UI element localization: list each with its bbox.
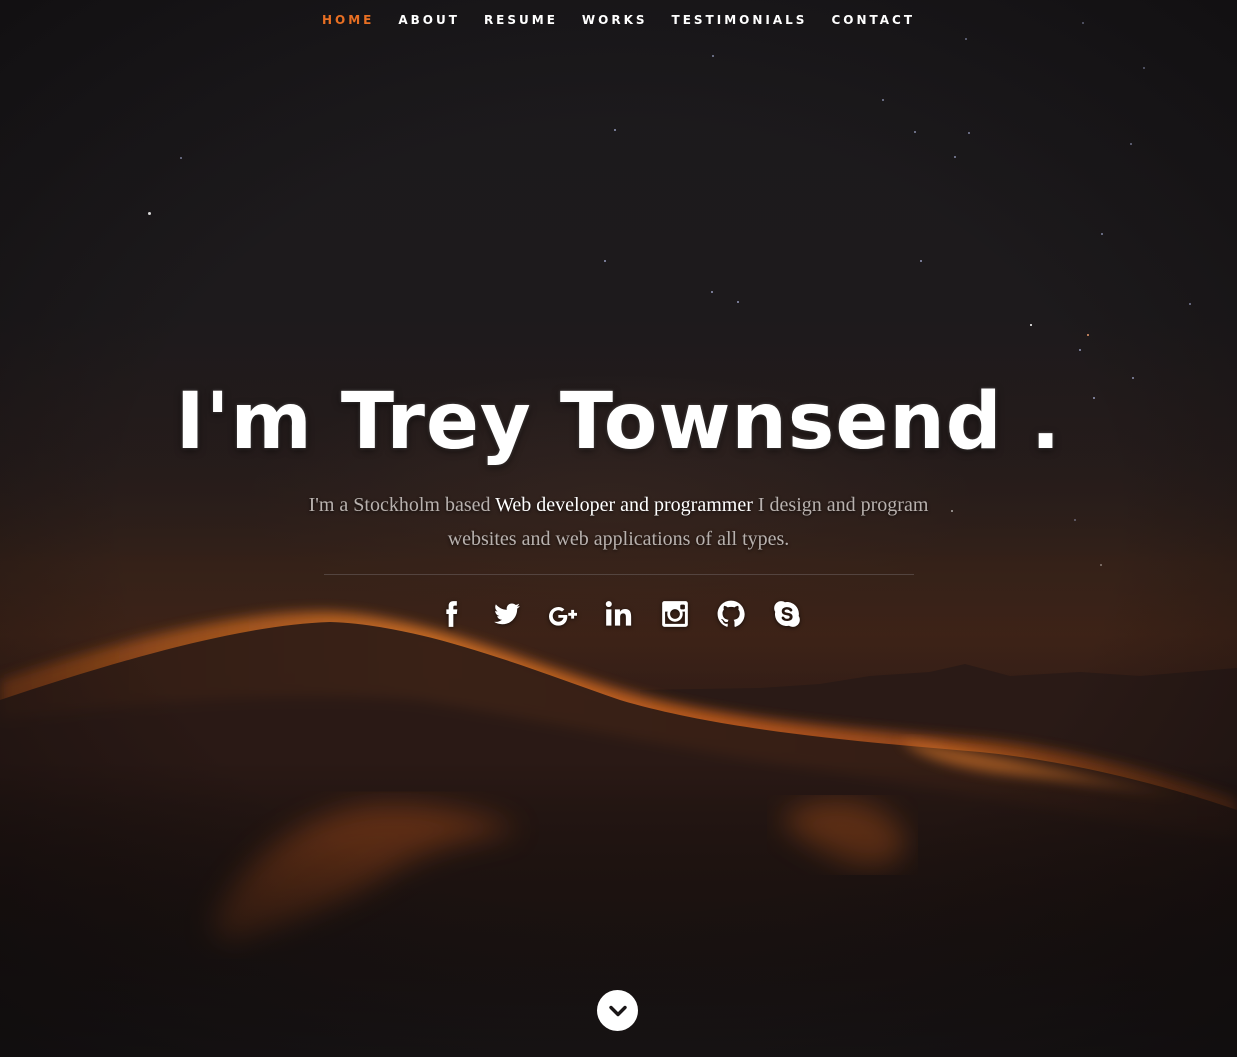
- instagram-link[interactable]: [660, 597, 690, 631]
- page-title: I'm Trey Townsend .: [175, 377, 1062, 467]
- nav-item-about[interactable]: ABOUT: [386, 0, 472, 40]
- instagram-icon: [661, 601, 688, 627]
- twitter-link[interactable]: [492, 597, 522, 631]
- social-links: [0, 597, 1237, 631]
- facebook-icon: [445, 601, 457, 627]
- github-link[interactable]: [716, 597, 746, 631]
- skype-icon: [773, 601, 800, 627]
- twitter-icon: [493, 603, 520, 625]
- github-icon: [717, 600, 745, 627]
- nav-item-testimonials[interactable]: TESTIMONIALS: [660, 0, 820, 40]
- linkedin-icon: [605, 601, 631, 626]
- intro-prefix: I'm a Stockholm based: [308, 494, 491, 516]
- main-nav: HOME ABOUT RESUME WORKS TESTIMONIALS CON…: [0, 0, 1237, 40]
- scroll-down-button[interactable]: [597, 990, 638, 1031]
- facebook-link[interactable]: [436, 597, 466, 631]
- nav-item-works[interactable]: WORKS: [570, 0, 660, 40]
- google-plus-link[interactable]: [548, 597, 578, 631]
- intro-text: I'm a Stockholm based Web developer and …: [289, 488, 949, 556]
- google-plus-icon: [548, 607, 577, 626]
- hero-section: HOME ABOUT RESUME WORKS TESTIMONIALS CON…: [0, 0, 1237, 1057]
- nav-item-home[interactable]: HOME: [310, 0, 386, 40]
- divider: [323, 574, 914, 575]
- linkedin-link[interactable]: [604, 597, 634, 631]
- skype-link[interactable]: [772, 597, 802, 631]
- nav-item-contact[interactable]: CONTACT: [819, 0, 927, 40]
- nav-item-resume[interactable]: RESUME: [472, 0, 570, 40]
- intro-highlight: Web developer and programmer: [495, 494, 753, 516]
- chevron-down-icon: [608, 1005, 627, 1016]
- banner: I'm Trey Townsend . I'm a Stockholm base…: [0, 370, 1237, 647]
